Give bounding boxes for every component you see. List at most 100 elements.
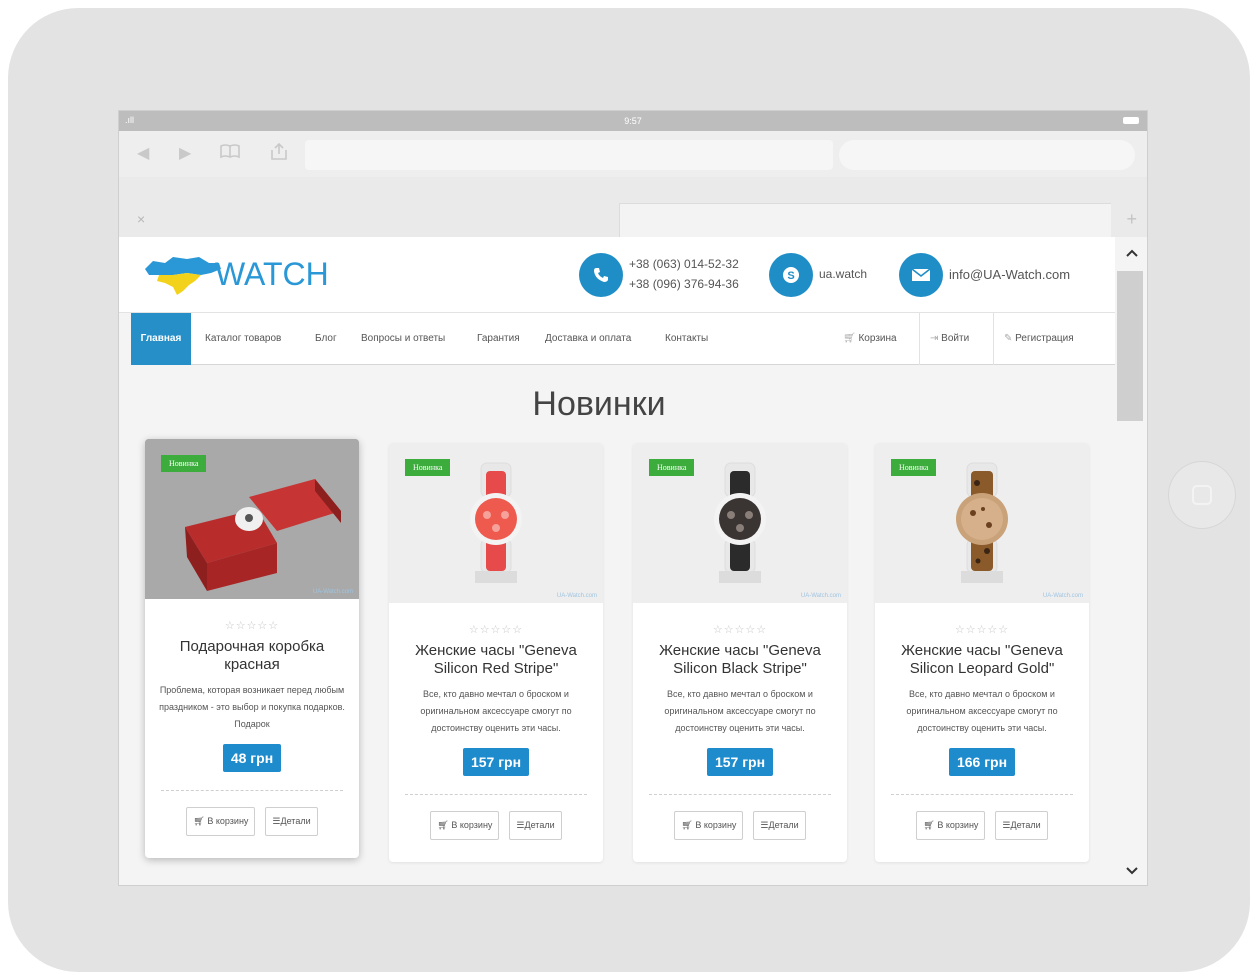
details-button[interactable]: ☰Детали bbox=[509, 811, 562, 840]
nav-login-label: Войти bbox=[941, 333, 970, 344]
phone-number-2[interactable]: +38 (096) 376-94-36 bbox=[629, 277, 739, 291]
product-actions: 🛒︎ В корзину ☰Детали bbox=[145, 807, 359, 836]
product-title[interactable]: Женские часы "Geneva Silicon Black Strip… bbox=[645, 642, 835, 678]
product-image[interactable]: Новинка UA-Watch.com bbox=[389, 443, 603, 603]
product-card[interactable]: Новинка UA-Watch.com ☆☆☆☆☆ Женские часы … bbox=[875, 443, 1089, 862]
bookmarks-icon[interactable] bbox=[219, 143, 241, 164]
nav-cart-label: Корзина bbox=[858, 333, 897, 344]
cart-icon: 🛒︎ bbox=[923, 820, 935, 830]
list-icon: ☰ bbox=[516, 820, 525, 830]
nav-cart[interactable]: 🛒︎ Корзина bbox=[843, 313, 897, 365]
details-label: Детали bbox=[768, 820, 799, 830]
skype-name[interactable]: ua.watch bbox=[819, 267, 867, 281]
details-label: Детали bbox=[524, 820, 555, 830]
product-actions: 🛒︎ В корзину ☰Детали bbox=[389, 811, 603, 840]
add-to-cart-label: В корзину bbox=[937, 820, 979, 830]
tab-close-icon[interactable]: × bbox=[137, 211, 145, 227]
browser-tab[interactable] bbox=[619, 203, 1111, 237]
watermark: UA-Watch.com bbox=[312, 589, 353, 595]
add-to-cart-button[interactable]: 🛒︎ В корзину bbox=[430, 811, 500, 840]
site-header: WATCH +38 (063) 014-52-32 +38 (096) 376-… bbox=[119, 237, 1115, 313]
scrollbar[interactable] bbox=[1115, 237, 1147, 885]
email-contact: info@UA-Watch.com bbox=[899, 251, 1099, 299]
new-badge: Новинка bbox=[891, 459, 937, 476]
details-label: Детали bbox=[280, 816, 311, 826]
home-button[interactable] bbox=[1168, 461, 1236, 529]
nav-contacts[interactable]: Контакты bbox=[665, 313, 708, 365]
edit-icon: ✎ bbox=[1004, 333, 1013, 344]
tablet-screen: .ıll 9:57 ◀ ▶ × + WATCH +38 (063) 014-52… bbox=[118, 110, 1148, 886]
product-actions: 🛒︎ В корзину ☰Детали bbox=[633, 811, 847, 840]
share-icon[interactable] bbox=[269, 142, 289, 166]
divider bbox=[649, 794, 831, 795]
browser-tab-bar: × + bbox=[119, 177, 1147, 237]
list-icon: ☰ bbox=[1002, 820, 1011, 830]
product-title[interactable]: Женские часы "Geneva Silicon Red Stripe" bbox=[401, 642, 591, 678]
browser-search-input[interactable] bbox=[839, 140, 1135, 170]
product-image[interactable]: Новинка UA-Watch.com bbox=[875, 443, 1089, 603]
details-button[interactable]: ☰Детали bbox=[995, 811, 1048, 840]
product-price: 166 грн bbox=[948, 748, 1016, 776]
nav-login[interactable]: ⇥ Войти bbox=[919, 313, 993, 365]
new-tab-icon[interactable]: + bbox=[1126, 209, 1137, 230]
scroll-down-icon[interactable] bbox=[1125, 863, 1139, 881]
login-icon: ⇥ bbox=[930, 333, 939, 344]
web-page: WATCH +38 (063) 014-52-32 +38 (096) 376-… bbox=[119, 237, 1115, 885]
product-card[interactable]: Новинка UA-Watch.com ☆☆☆☆☆ Подарочная ко… bbox=[145, 439, 359, 858]
watermark: UA-Watch.com bbox=[800, 593, 841, 599]
rating-stars[interactable]: ☆☆☆☆☆ bbox=[389, 623, 603, 636]
product-image[interactable]: Новинка UA-Watch.com bbox=[145, 439, 359, 599]
nav-home[interactable]: Главная bbox=[131, 313, 191, 365]
product-description: Все, кто давно мечтал о броском и оригин… bbox=[906, 689, 1058, 733]
product-actions: 🛒︎ В корзину ☰Детали bbox=[875, 811, 1089, 840]
cart-icon: 🛒︎ bbox=[843, 333, 856, 344]
add-to-cart-button[interactable]: 🛒︎ В корзину bbox=[916, 811, 986, 840]
nav-catalog[interactable]: Каталог товаров bbox=[205, 313, 281, 365]
scrollbar-thumb[interactable] bbox=[1117, 271, 1143, 421]
rating-stars[interactable]: ☆☆☆☆☆ bbox=[145, 619, 359, 632]
skype-icon: S bbox=[769, 253, 813, 297]
product-image[interactable]: Новинка UA-Watch.com bbox=[633, 443, 847, 603]
product-title[interactable]: Женские часы "Geneva Silicon Leopard Gol… bbox=[887, 642, 1077, 678]
product-card[interactable]: Новинка UA-Watch.com ☆☆☆☆☆ Женские часы … bbox=[389, 443, 603, 862]
product-title[interactable]: Подарочная коробка красная bbox=[157, 638, 347, 674]
rating-stars[interactable]: ☆☆☆☆☆ bbox=[633, 623, 847, 636]
site-logo[interactable]: WATCH bbox=[143, 251, 333, 299]
product-price: 157 грн bbox=[706, 748, 774, 776]
forward-icon[interactable]: ▶ bbox=[179, 143, 191, 163]
add-to-cart-button[interactable]: 🛒︎ В корзину bbox=[186, 807, 256, 836]
product-card[interactable]: Новинка UA-Watch.com ☆☆☆☆☆ Женские часы … bbox=[633, 443, 847, 862]
back-icon[interactable]: ◀ bbox=[137, 143, 149, 163]
cart-icon: 🛒︎ bbox=[681, 820, 693, 830]
nav-faq[interactable]: Вопросы и ответы bbox=[361, 313, 445, 365]
details-button[interactable]: ☰Детали bbox=[265, 807, 318, 836]
details-button[interactable]: ☰Детали bbox=[753, 811, 806, 840]
add-to-cart-button[interactable]: 🛒︎ В корзину bbox=[674, 811, 744, 840]
list-icon: ☰ bbox=[272, 816, 281, 826]
scroll-up-icon[interactable] bbox=[1125, 245, 1139, 263]
nav-warranty[interactable]: Гарантия bbox=[477, 313, 520, 365]
browser-toolbar: ◀ ▶ bbox=[119, 131, 1147, 177]
nav-register[interactable]: ✎ Регистрация bbox=[993, 313, 1115, 365]
phone-number-1[interactable]: +38 (063) 014-52-32 bbox=[629, 257, 739, 271]
details-label: Детали bbox=[1010, 820, 1041, 830]
watermark: UA-Watch.com bbox=[556, 593, 597, 599]
logo-text: WATCH bbox=[215, 256, 329, 292]
product-price: 157 грн bbox=[462, 748, 530, 776]
product-description: Проблема, которая возникает перед любым … bbox=[159, 685, 345, 729]
divider bbox=[405, 794, 587, 795]
cart-icon: 🛒︎ bbox=[437, 820, 449, 830]
new-badge: Новинка bbox=[649, 459, 695, 476]
skype-contact: S ua.watch bbox=[769, 251, 887, 299]
nav-blog[interactable]: Блог bbox=[315, 313, 337, 365]
divider bbox=[891, 794, 1073, 795]
phone-icon bbox=[579, 253, 623, 297]
rating-stars[interactable]: ☆☆☆☆☆ bbox=[875, 623, 1089, 636]
nav-register-label: Регистрация bbox=[1015, 333, 1074, 344]
email-address[interactable]: info@UA-Watch.com bbox=[949, 267, 1070, 282]
url-input[interactable] bbox=[305, 140, 833, 170]
battery-icon bbox=[1123, 117, 1139, 124]
mail-icon bbox=[899, 253, 943, 297]
new-badge: Новинка bbox=[161, 455, 207, 472]
nav-delivery[interactable]: Доставка и оплата bbox=[545, 313, 631, 365]
